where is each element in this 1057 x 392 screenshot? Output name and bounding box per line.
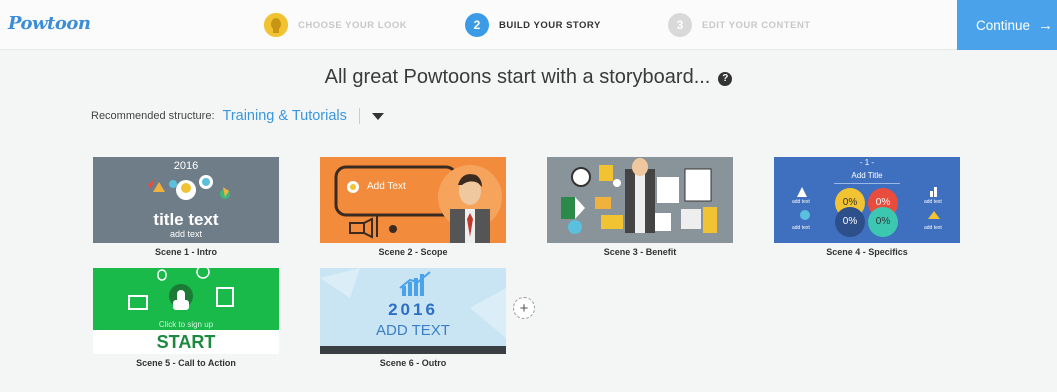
step-choose-look[interactable]: CHOOSE YOUR LOOK [264,13,407,37]
scene-card-6[interactable]: 2016 ADD TEXT Scene 6 - Outro [320,268,506,368]
percent-badge: 0% [835,207,865,237]
powtoon-logo[interactable]: Powtoon [8,13,91,34]
step-number: 3 [668,13,692,37]
arrow-right-icon: → [1038,16,1054,34]
scene-subtitle-text: add text [169,229,203,239]
scene-caption: Scene 2 - Scope [378,247,448,257]
small-text: add text [792,199,810,205]
step-1-avatar-icon [264,13,288,37]
scene-caption: Scene 5 - Call to Action [136,358,236,368]
step-number: 2 [465,13,489,37]
recommended-structure: Recommended structure: Training & Tutori… [91,108,384,124]
scene-year: 2016 [388,300,438,319]
headline-text: All great Powtoons start with a storyboa… [324,66,711,88]
scene-card-4[interactable]: - 1 - Add Title 0% 0% 0% 0% add text add… [774,157,960,257]
scene-thumbnail[interactable]: Click to sign up START [93,268,279,354]
step-label: BUILD YOUR STORY [499,19,601,31]
small-text: add text [924,199,942,205]
divider [358,108,360,124]
scene-caption: Scene 4 - Specifics [826,247,908,257]
scene-card-2[interactable]: Add Text Scene 2 - Scope [320,157,506,257]
help-icon[interactable]: ? [718,72,733,86]
scene-card-1[interactable]: 2016 title text add text Scene 1 - Intro [93,157,279,257]
start-label: START [93,330,279,354]
scene-caption: Scene 3 - Benefit [603,247,677,257]
step-label: EDIT YOUR CONTENT [702,19,811,31]
office-chaos-illustration-icon [561,158,717,234]
step-edit-content[interactable]: 3 EDIT YOUR CONTENT [668,13,811,37]
continue-label: Continue [976,17,1031,33]
scene-text: ADD TEXT [376,322,450,339]
scene-thumbnail[interactable]: 2016 title text add text [93,157,279,243]
scene-year: 2016 [173,160,199,172]
small-text: add text [792,225,810,231]
presenter-illustration-icon [334,165,502,243]
step-label: CHOOSE YOUR LOOK [298,19,408,31]
scene-thumbnail[interactable]: Add Text [320,157,506,243]
top-bar: Powtoon CHOOSE YOUR LOOK 2 BUILD YOUR ST… [0,0,1057,50]
percent-badge: 0% [868,207,898,237]
step-build-story[interactable]: 2 BUILD YOUR STORY [465,13,601,37]
scene-hint-text: Click to sign up [158,320,214,329]
scene-thumbnail[interactable]: 2016 ADD TEXT [320,268,506,354]
structure-value-link[interactable]: Training & Tutorials [223,108,347,124]
scene-caption: Scene 6 - Outro [379,358,447,368]
structure-label: Recommended structure: [91,110,215,122]
scene-thumbnail[interactable]: - 1 - Add Title 0% 0% 0% 0% add text add… [774,157,960,243]
small-text: add text [924,225,942,231]
scene-card-5[interactable]: Click to sign up START Scene 5 - Call to… [93,268,279,368]
scene-text: Add Text [367,181,406,192]
page-headline: All great Powtoons start with a storyboa… [0,66,1057,89]
chevron-down-icon[interactable] [371,112,384,120]
continue-button[interactable]: Continue → [957,0,1057,50]
scene-caption: Scene 1 - Intro [154,247,217,257]
scene-card-3[interactable]: Scene 3 - Benefit [547,157,733,257]
add-scene-button[interactable]: + [513,297,535,319]
scene-title-text: title text [153,210,219,229]
scene-thumbnail[interactable] [547,157,733,243]
